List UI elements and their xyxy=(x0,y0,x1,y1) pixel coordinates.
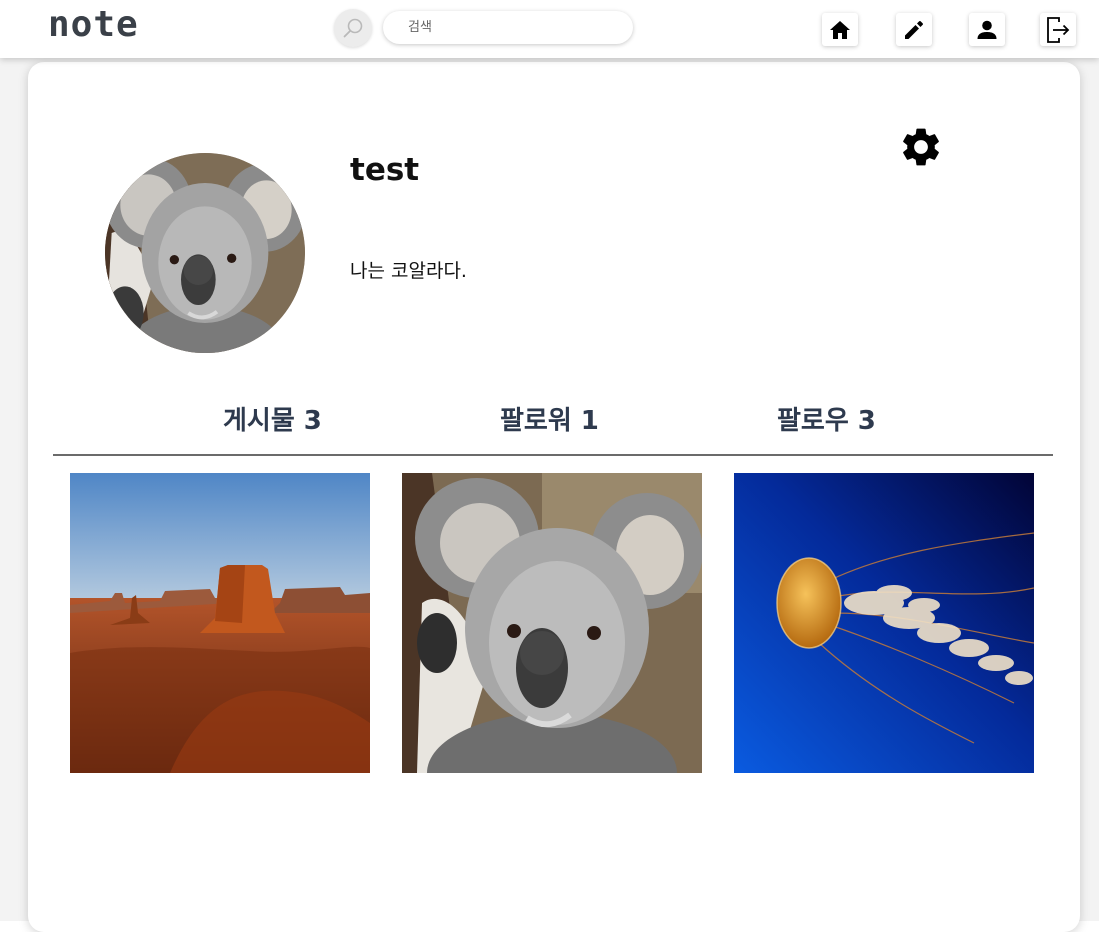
stat-following[interactable]: 팔로우 3 xyxy=(777,400,876,437)
stat-posts-label: 게시물 xyxy=(223,406,295,436)
profile-stats: 게시물 3 팔로워 1 팔로우 3 xyxy=(28,400,1080,440)
stat-posts[interactable]: 게시물 3 xyxy=(223,400,322,437)
search-button[interactable] xyxy=(334,9,372,47)
stat-followers-label: 팔로워 xyxy=(500,406,572,436)
profile-button[interactable] xyxy=(969,13,1005,46)
desert-butte-photo xyxy=(70,473,370,773)
profile-bio: 나는 코알라다. xyxy=(350,260,467,282)
home-icon xyxy=(830,20,850,39)
post-thumbnail[interactable] xyxy=(70,473,370,773)
koala-photo xyxy=(402,473,702,773)
koala-photo xyxy=(105,153,305,353)
logout-icon xyxy=(1047,16,1070,43)
search-input[interactable] xyxy=(383,11,633,44)
stats-divider xyxy=(53,454,1053,456)
post-thumbnail[interactable] xyxy=(734,473,1034,773)
stat-followers[interactable]: 팔로워 1 xyxy=(500,400,599,437)
top-navbar: note xyxy=(0,0,1099,58)
person-icon xyxy=(977,20,997,39)
write-button[interactable] xyxy=(896,13,932,46)
app-logo[interactable]: note xyxy=(48,4,139,45)
jellyfish-photo xyxy=(734,473,1034,773)
gear-icon[interactable] xyxy=(898,124,944,170)
stat-following-count: 3 xyxy=(857,406,876,436)
profile-username: test xyxy=(350,152,420,188)
profile-card: test 나는 코알라다. 게시물 3 팔로워 1 팔로우 3 xyxy=(28,62,1080,932)
home-button[interactable] xyxy=(822,13,858,46)
post-thumbnail[interactable] xyxy=(402,473,702,773)
search-icon xyxy=(343,18,363,38)
stat-posts-count: 3 xyxy=(303,406,322,436)
stat-following-label: 팔로우 xyxy=(777,406,849,436)
pencil-icon xyxy=(905,20,923,39)
avatar[interactable] xyxy=(105,153,305,353)
logout-button[interactable] xyxy=(1040,13,1076,46)
stat-followers-count: 1 xyxy=(580,406,599,436)
